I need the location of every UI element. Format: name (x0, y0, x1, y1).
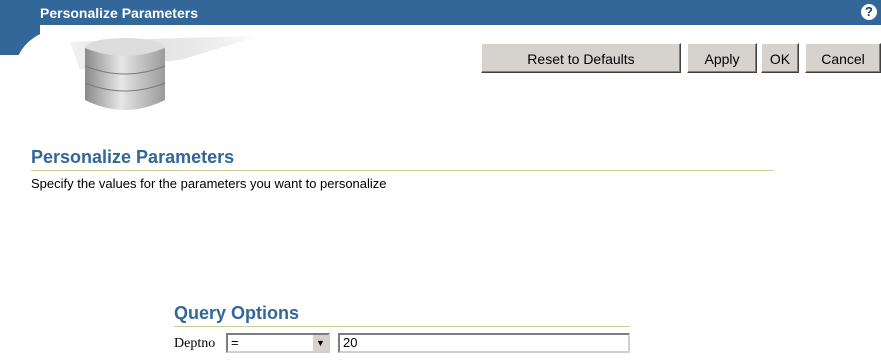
cancel-button[interactable]: Cancel (805, 43, 881, 73)
query-options-title: Query Options (174, 303, 300, 323)
deptno-label: Deptno (174, 336, 216, 351)
page-title: Personalize Parameters (31, 147, 235, 167)
header-title: Personalize Parameters (40, 5, 198, 21)
database-logo-icon (70, 36, 260, 110)
operator-select-value: = (231, 335, 239, 350)
page: Personalize Parameters ? Reset to Defaul… (0, 0, 881, 364)
operator-select[interactable]: = ▼ (226, 333, 330, 353)
instructions-text: Specify the values for the parameters yo… (31, 176, 387, 191)
reset-to-defaults-button[interactable]: Reset to Defaults (481, 43, 681, 73)
question-mark-icon[interactable]: ? (861, 4, 877, 20)
query-options-divider (174, 326, 630, 327)
chevron-down-icon[interactable]: ▼ (312, 335, 328, 351)
apply-button[interactable]: Apply (687, 43, 757, 73)
ok-button[interactable]: OK (761, 43, 799, 73)
deptno-value-input[interactable]: 20 (338, 333, 630, 353)
page-title-divider (31, 170, 774, 171)
